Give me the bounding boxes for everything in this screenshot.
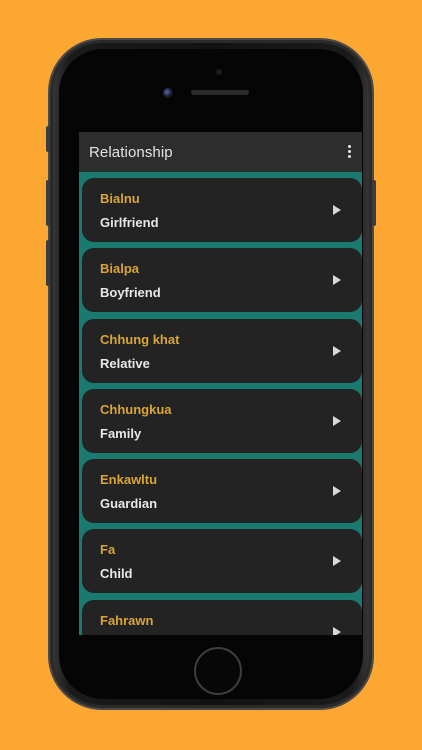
item-term: Bialnu bbox=[100, 191, 140, 206]
item-term: Enkawltu bbox=[100, 472, 158, 488]
phone-bezel: Relationship Bialnu Girlfriend Bialpa Bo… bbox=[59, 49, 363, 699]
item-meaning: Family bbox=[100, 425, 142, 441]
play-icon[interactable] bbox=[333, 626, 341, 635]
item-meaning: Guardian bbox=[100, 496, 158, 512]
item-term: Bialpa bbox=[100, 261, 140, 277]
item-meaning: Child bbox=[100, 566, 133, 582]
list-item[interactable]: Chhung khat Relative bbox=[82, 318, 362, 383]
play-icon[interactable] bbox=[333, 415, 341, 426]
app-screen: Relationship Bialnu Girlfriend Bialpa Bo… bbox=[79, 132, 362, 635]
list-item[interactable]: Chhungkua Family bbox=[82, 388, 362, 453]
play-icon[interactable] bbox=[333, 486, 341, 497]
play-icon[interactable] bbox=[333, 205, 341, 215]
list-item[interactable]: Enkawltu Guardian bbox=[82, 459, 362, 524]
sensor bbox=[216, 69, 222, 75]
more-vert-icon[interactable] bbox=[348, 145, 352, 159]
power-button bbox=[372, 180, 376, 226]
list-item[interactable]: Fahrawn bbox=[82, 599, 362, 635]
item-meaning: Relative bbox=[100, 355, 150, 371]
item-meaning: Girlfriend bbox=[100, 215, 159, 230]
volume-up-button bbox=[46, 180, 50, 226]
home-button[interactable] bbox=[194, 647, 242, 695]
list-item[interactable]: Fa Child bbox=[82, 529, 362, 594]
volume-down-button bbox=[46, 240, 50, 286]
item-meaning: Boyfriend bbox=[100, 285, 161, 301]
item-term: Fahrawn bbox=[100, 612, 154, 628]
item-term: Chhung khat bbox=[100, 331, 180, 347]
front-camera-icon bbox=[163, 88, 173, 98]
item-term: Chhungkua bbox=[100, 401, 172, 417]
mute-switch bbox=[46, 126, 50, 152]
earpiece-speaker bbox=[191, 90, 249, 95]
app-bar: Relationship bbox=[79, 132, 362, 172]
list-item[interactable]: Bialpa Boyfriend bbox=[82, 248, 362, 313]
play-icon[interactable] bbox=[333, 345, 341, 356]
play-icon[interactable] bbox=[333, 275, 341, 286]
page-title: Relationship bbox=[89, 144, 173, 161]
play-icon[interactable] bbox=[333, 556, 341, 567]
list-item[interactable]: Bialnu Girlfriend bbox=[82, 178, 362, 242]
word-list: Bialnu Girlfriend Bialpa Boyfriend Chhun… bbox=[79, 178, 362, 635]
phone-frame: Relationship Bialnu Girlfriend Bialpa Bo… bbox=[46, 40, 376, 708]
item-term: Fa bbox=[100, 542, 116, 558]
